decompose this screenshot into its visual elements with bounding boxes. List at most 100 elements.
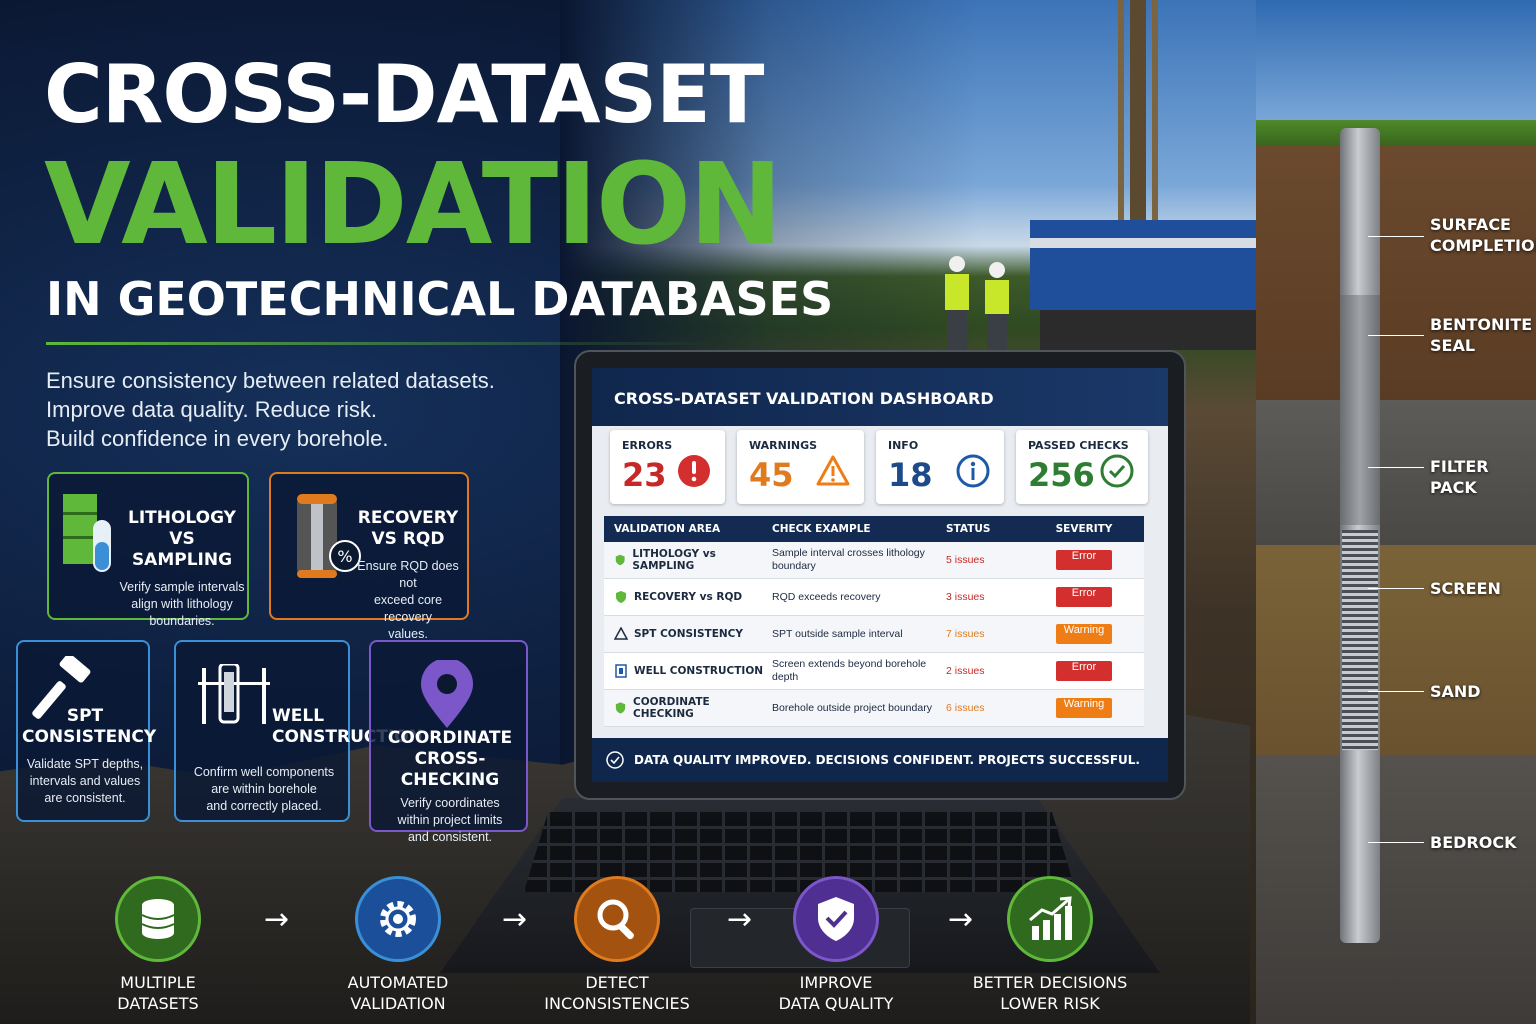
title-line-3: IN GEOTECHNICAL DATABASES — [46, 272, 834, 326]
well-label-filter-pack: FILTER PACK — [1430, 457, 1489, 497]
card-description: Validate SPT depths, intervals and value… — [26, 757, 144, 805]
magnifier-icon — [597, 899, 634, 940]
map-pin-icon — [421, 660, 473, 728]
well-screen — [1342, 530, 1378, 750]
severity-badge: Error — [1056, 661, 1112, 681]
arrow-right-icon: → — [264, 902, 290, 937]
table-body: LITHOLOGY vs SAMPLING Sample interval cr… — [604, 542, 1144, 727]
exclamation-circle-icon — [678, 455, 710, 487]
card-description: Confirm well components are within boreh… — [193, 765, 335, 813]
flow-label: DETECT INCONSISTENCIES — [544, 973, 690, 1013]
table-row[interactable]: SPT CONSISTENCY SPT outside sample inter… — [604, 616, 1144, 653]
check-circle-icon — [606, 751, 624, 769]
kpi-label: INFO — [888, 439, 919, 452]
shield-check-icon — [818, 897, 854, 941]
flow-step-multiple-datasets: MULTIPLE DATASETS — [48, 876, 268, 1014]
bentonite-seal — [1340, 295, 1380, 525]
shield-icon — [615, 554, 625, 566]
tagline: Ensure consistency between related datas… — [46, 366, 495, 453]
row-status[interactable]: 5 issues — [934, 554, 1024, 566]
lithology-sampling-icon — [63, 494, 111, 572]
validation-dashboard: CROSS-DATASET VALIDATION DASHBOARD ERROR… — [592, 368, 1168, 782]
well-label-bedrock: BEDROCK — [1430, 833, 1517, 852]
row-check: Sample interval crosses lithology bounda… — [772, 547, 925, 572]
card-spt-consistency: SPT CONSISTENCY Validate SPT depths, int… — [16, 640, 157, 822]
footer-message: DATA QUALITY IMPROVED. DECISIONS CONFIDE… — [634, 753, 1140, 767]
row-area: SPT CONSISTENCY — [634, 628, 743, 640]
shield-icon — [616, 591, 626, 603]
card-title: RECOVERY VS RQD — [357, 508, 459, 549]
flow-label: AUTOMATED VALIDATION — [347, 973, 449, 1013]
leader-line — [1368, 691, 1424, 692]
database-icon — [141, 899, 175, 939]
dashboard-footer: DATA QUALITY IMPROVED. DECISIONS CONFIDE… — [592, 738, 1168, 782]
kpi-label: ERRORS — [622, 439, 673, 452]
table-row[interactable]: COORDINATE CHECKING Borehole outside pro… — [604, 690, 1144, 727]
leader-line — [1368, 842, 1424, 843]
growth-chart-icon — [1029, 896, 1072, 940]
card-well-construction: WELL CONSTRUCTION Confirm well component… — [174, 640, 423, 822]
soil-layer-bedrock — [1256, 755, 1536, 1024]
severity-badge: Warning — [1056, 698, 1112, 718]
leader-line — [1368, 335, 1424, 336]
tagline-line: Build confidence in every borehole. — [46, 426, 389, 451]
row-check: Screen extends beyond borehole depth — [772, 658, 927, 683]
gear-icon — [380, 901, 416, 937]
leader-line — [1368, 588, 1424, 589]
validation-table: VALIDATION AREA CHECK EXAMPLE STATUS SEV… — [604, 516, 1144, 727]
kpi-errors[interactable]: ERRORS 23 — [610, 430, 725, 504]
column-header[interactable]: SEVERITY — [1024, 523, 1144, 535]
flow-step-detect-inconsistencies: DETECT INCONSISTENCIES — [507, 876, 727, 1014]
leader-line — [1368, 467, 1424, 468]
row-check: Borehole outside project boundary — [772, 701, 932, 714]
column-header[interactable]: VALIDATION AREA — [604, 523, 764, 535]
flow-label: IMPROVE DATA QUALITY — [778, 973, 894, 1013]
field-workers-illustration — [945, 256, 1009, 358]
card-description: Verify coordinates within project limits… — [397, 796, 503, 844]
card-title: LITHOLOGY VS SAMPLING — [127, 508, 236, 570]
row-status[interactable]: 3 issues — [934, 591, 1024, 603]
tagline-line: Ensure consistency between related datas… — [46, 368, 495, 393]
well-label-bentonite-seal: BENTONITE SEAL — [1430, 315, 1533, 355]
card-coordinate-cross-checking: COORDINATE CROSS-CHECKING Verify coordin… — [369, 640, 528, 844]
row-area: COORDINATE CHECKING — [632, 696, 710, 720]
row-area: LITHOLOGY vs SAMPLING — [632, 548, 716, 572]
row-status[interactable]: 7 issues — [934, 628, 1024, 640]
check-circle-icon — [1100, 454, 1134, 488]
kpi-label: WARNINGS — [749, 439, 818, 452]
leader-line — [1368, 236, 1424, 237]
well-label-surface-completion: SURFACE COMPLETION — [1430, 215, 1536, 255]
dashboard-title: CROSS-DATASET VALIDATION DASHBOARD — [592, 368, 1168, 426]
well-label-screen: SCREEN — [1430, 579, 1501, 598]
title-divider — [46, 342, 716, 345]
soil-layer-topsoil — [1256, 145, 1536, 400]
flow-label: BETTER DECISIONS LOWER RISK — [972, 973, 1128, 1013]
severity-badge: Warning — [1056, 624, 1112, 644]
table-row[interactable]: LITHOLOGY vs SAMPLING Sample interval cr… — [604, 542, 1144, 579]
well-construction-icon — [198, 664, 270, 724]
kpi-value: 45 — [749, 456, 794, 494]
row-status[interactable]: 2 issues — [934, 665, 1024, 677]
row-check: RQD exceeds recovery — [772, 590, 881, 603]
kpi-warnings[interactable]: WARNINGS 45 — [737, 430, 864, 504]
row-area: RECOVERY vs RQD — [634, 591, 743, 603]
tagline-line: Improve data quality. Reduce risk. — [46, 397, 377, 422]
warning-triangle-icon — [816, 455, 850, 486]
column-header[interactable]: CHECK EXAMPLE — [764, 523, 934, 535]
card-description: Ensure RQD does not exceed core recovery… — [357, 559, 459, 641]
kpi-value: 18 — [888, 456, 933, 494]
card-title: COORDINATE CROSS-CHECKING — [387, 728, 513, 790]
severity-badge: Error — [1056, 550, 1112, 570]
kpi-info[interactable]: INFO 18 — [876, 430, 1004, 504]
table-row[interactable]: WELL CONSTRUCTION Screen extends beyond … — [604, 653, 1144, 690]
flow-label: MULTIPLE DATASETS — [117, 973, 199, 1013]
card-recovery-vs-rqd: % RECOVERY VS RQD Ensure RQD does not ex… — [269, 472, 469, 641]
title-line-1: CROSS-DATASET — [44, 48, 764, 141]
column-header[interactable]: STATUS — [934, 523, 1024, 535]
table-row[interactable]: RECOVERY vs RQD RQD exceeds recovery 3 i… — [604, 579, 1144, 616]
card-title: SPT CONSISTENCY — [22, 706, 157, 747]
shield-icon — [615, 702, 626, 714]
kpi-value: 23 — [622, 456, 667, 494]
kpi-passed-checks[interactable]: PASSED CHECKS 256 — [1016, 430, 1148, 504]
row-status[interactable]: 6 issues — [934, 702, 1024, 714]
